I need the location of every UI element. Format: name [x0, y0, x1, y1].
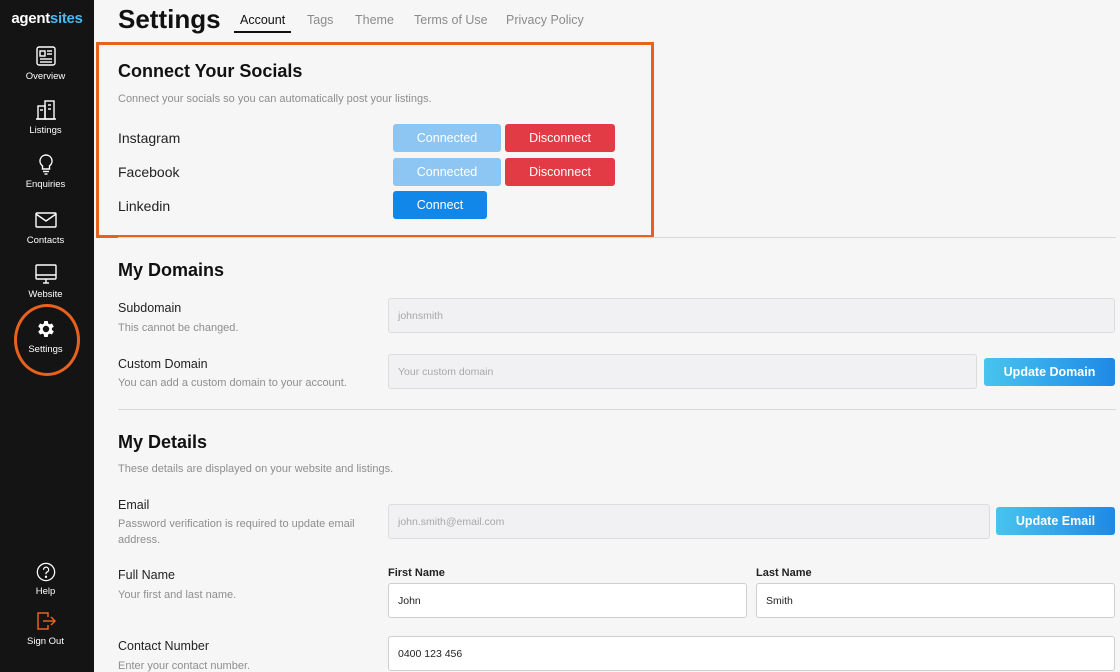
social-label-linkedin: Linkedin: [118, 198, 171, 214]
logo[interactable]: agentsites: [0, 10, 94, 27]
nav-help[interactable]: Help: [0, 562, 91, 597]
monitor-icon: [34, 264, 57, 284]
tab-account[interactable]: Account: [240, 13, 285, 27]
contact-number-description: Enter your contact number.: [118, 660, 251, 672]
social-label-facebook: Facebook: [118, 164, 180, 180]
tab-privacy[interactable]: Privacy Policy: [506, 13, 584, 27]
domains-title: My Domains: [118, 260, 225, 280]
instagram-connected-button[interactable]: Connected: [393, 124, 501, 152]
email-label: Email: [118, 498, 150, 512]
tab-tags[interactable]: Tags: [307, 13, 333, 27]
nav-listings[interactable]: Listings: [0, 99, 91, 136]
nav-overview-label: Overview: [25, 71, 66, 82]
nav-listings-label: Listings: [29, 125, 62, 136]
lightbulb-icon: [38, 154, 53, 175]
email-input[interactable]: john.smith@email.com: [388, 504, 990, 539]
nav-enquiries[interactable]: Enquiries: [0, 153, 91, 190]
custom-domain-label: Custom Domain: [118, 357, 208, 371]
socials-description: Connect your socials so you can automati…: [118, 93, 432, 105]
full-name-description: Your first and last name.: [118, 589, 237, 601]
social-label-instagram: Instagram: [118, 130, 181, 146]
contact-number-label: Contact Number: [118, 639, 210, 653]
tab-theme[interactable]: Theme: [355, 13, 394, 27]
email-description-line1: Password verification is required to upd…: [118, 518, 355, 530]
linkedin-connect-button[interactable]: Connect: [393, 191, 487, 219]
signout-icon: [36, 612, 56, 630]
custom-domain-description: You can add a custom domain to your acco…: [118, 377, 347, 389]
subdomain-label: Subdomain: [118, 301, 182, 315]
subdomain-description: This cannot be changed.: [118, 322, 239, 334]
tab-terms[interactable]: Terms of Use: [414, 13, 488, 27]
details-title: My Details: [118, 432, 208, 452]
last-name-label: Last Name: [756, 567, 812, 579]
update-domain-button[interactable]: Update Domain: [984, 358, 1115, 386]
newspaper-icon: [35, 46, 56, 66]
nav-contacts[interactable]: Contacts: [0, 209, 91, 246]
section-divider: [118, 237, 1116, 238]
section-divider: [118, 409, 1116, 410]
first-name-input[interactable]: John: [388, 583, 747, 618]
tab-active-underline: [234, 31, 291, 33]
nav-website-label: Website: [28, 289, 63, 300]
mail-icon: [34, 212, 57, 228]
nav-signout[interactable]: Sign Out: [0, 610, 91, 647]
facebook-disconnect-button[interactable]: Disconnect: [505, 158, 615, 186]
instagram-disconnect-button[interactable]: Disconnect: [505, 124, 615, 152]
nav-help-label: Help: [35, 586, 56, 597]
email-description-line2: address.: [118, 534, 161, 546]
sidebar: agentsites Overview Listings Enquiries C…: [0, 0, 94, 672]
custom-domain-input[interactable]: Your custom domain: [388, 354, 977, 389]
settings-highlight-circle: [14, 304, 80, 376]
nav-signout-label: Sign Out: [27, 636, 64, 647]
nav-overview[interactable]: Overview: [0, 45, 91, 82]
building-icon: [35, 100, 56, 120]
nav-website[interactable]: Website: [0, 263, 91, 300]
page-title: Settings: [118, 4, 221, 34]
nav-enquiries-label: Enquiries: [25, 179, 66, 190]
socials-title: Connect Your Socials: [118, 61, 303, 81]
full-name-label: Full Name: [118, 568, 175, 582]
contact-number-input[interactable]: 0400 123 456: [388, 636, 1115, 671]
last-name-input[interactable]: Smith: [756, 583, 1115, 618]
update-email-button[interactable]: Update Email: [996, 507, 1115, 535]
nav-contacts-label: Contacts: [26, 235, 65, 246]
subdomain-input: johnsmith: [388, 298, 1115, 333]
facebook-connected-button[interactable]: Connected: [393, 158, 501, 186]
first-name-label: First Name: [388, 567, 445, 579]
details-description: These details are displayed on your webs…: [118, 463, 394, 475]
help-icon: [36, 562, 55, 582]
